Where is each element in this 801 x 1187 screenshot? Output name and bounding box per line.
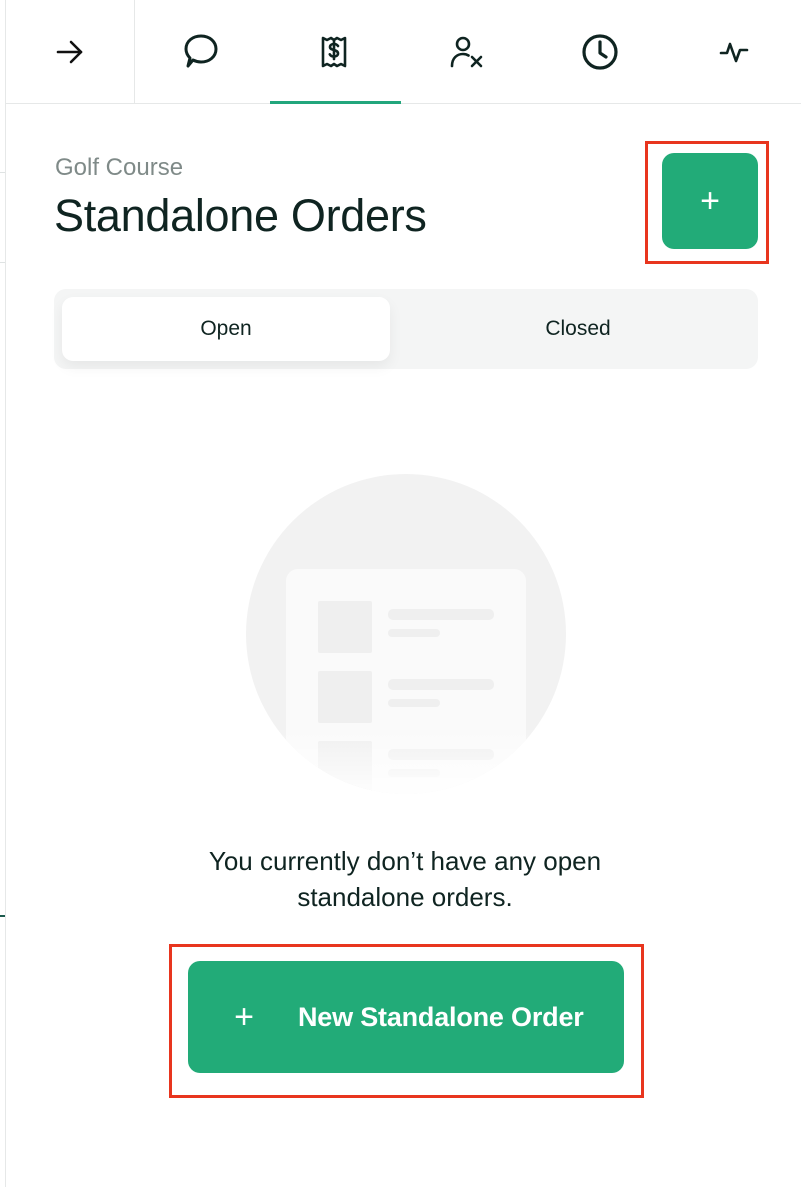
back-button[interactable] [6,0,135,103]
new-standalone-order-button[interactable]: + New Standalone Order [188,961,624,1073]
segment-open[interactable]: Open [62,297,390,361]
segment-closed[interactable]: Closed [406,297,750,361]
side-panel-edge [0,0,6,1187]
plus-icon: + [234,997,254,1036]
tab-remove-player[interactable] [401,0,534,103]
page-title: Standalone Orders [54,190,427,241]
receipt-dollar-icon [319,35,349,69]
edge-indicator [0,915,5,917]
new-standalone-order-label: New Standalone Order [298,1001,584,1032]
chat-bubble-icon [181,33,221,71]
status-segmented-control: Open Closed [54,289,758,369]
user-remove-icon [449,35,485,69]
add-order-button[interactable]: + [662,153,758,249]
tab-activity[interactable] [666,0,801,103]
tab-history[interactable] [533,0,666,103]
top-tab-bar [6,0,801,104]
edge-divider [0,262,5,263]
page-subtitle: Golf Course [55,154,184,181]
plus-icon: + [700,181,720,220]
activity-pulse-icon [719,39,749,65]
empty-state-message: You currently don’t have any open standa… [208,846,602,912]
arrow-right-icon [55,37,85,67]
clock-icon [581,33,619,71]
tab-chat[interactable] [135,0,268,103]
empty-list-illustration [240,468,572,800]
edge-divider [0,172,5,173]
tab-orders[interactable] [268,0,401,104]
